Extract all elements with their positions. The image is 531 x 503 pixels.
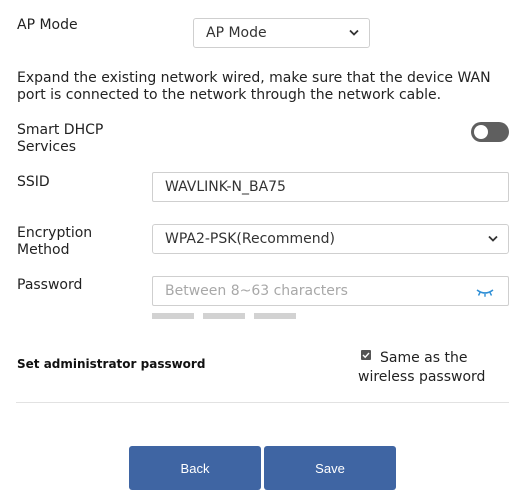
password-input[interactable]: Between 8~63 characters <box>152 276 509 306</box>
password-strength-bar-1 <box>152 313 194 319</box>
password-strength-bar-2 <box>203 313 245 319</box>
encryption-label-line-1: Encryption <box>17 225 93 241</box>
chevron-down-icon <box>349 29 359 36</box>
description-line-2: port is connected to the network through… <box>17 87 442 103</box>
save-button[interactable]: Save <box>264 446 396 490</box>
eye-closed-icon[interactable] <box>476 288 494 297</box>
same-password-line-2: wireless password <box>358 369 486 385</box>
toggle-knob <box>474 125 488 139</box>
dhcp-toggle[interactable] <box>471 122 509 142</box>
ssid-label: SSID <box>17 174 50 190</box>
dhcp-label-line-1: Smart DHCP <box>17 122 104 138</box>
encryption-select[interactable]: WPA2-PSK(Recommend) <box>152 224 509 254</box>
password-placeholder: Between 8~63 characters <box>165 283 348 299</box>
chevron-down-icon <box>488 235 498 242</box>
encryption-value: WPA2-PSK(Recommend) <box>165 231 335 247</box>
password-label: Password <box>17 277 83 293</box>
dhcp-label-line-2: Services <box>17 139 77 155</box>
encryption-label: Encryption Method <box>17 225 92 259</box>
same-password-label: Same as the wireless password <box>358 349 485 387</box>
description-line-1: Expand the existing network wired, make … <box>17 70 491 86</box>
ap-mode-select[interactable]: AP Mode <box>193 18 370 48</box>
password-strength-bar-3 <box>254 313 296 319</box>
ssid-input[interactable]: WAVLINK-N_BA75 <box>152 172 509 202</box>
divider <box>16 402 509 403</box>
ap-mode-value: AP Mode <box>206 25 267 41</box>
ap-mode-label: AP Mode <box>17 17 78 33</box>
mode-description: Expand the existing network wired, make … <box>17 70 491 104</box>
admin-password-label: Set administrator password <box>17 357 206 371</box>
back-button[interactable]: Back <box>129 446 261 490</box>
dhcp-label: Smart DHCP Services <box>17 122 103 156</box>
encryption-label-line-2: Method <box>17 242 70 258</box>
same-password-line-1: Same as the <box>380 350 468 366</box>
